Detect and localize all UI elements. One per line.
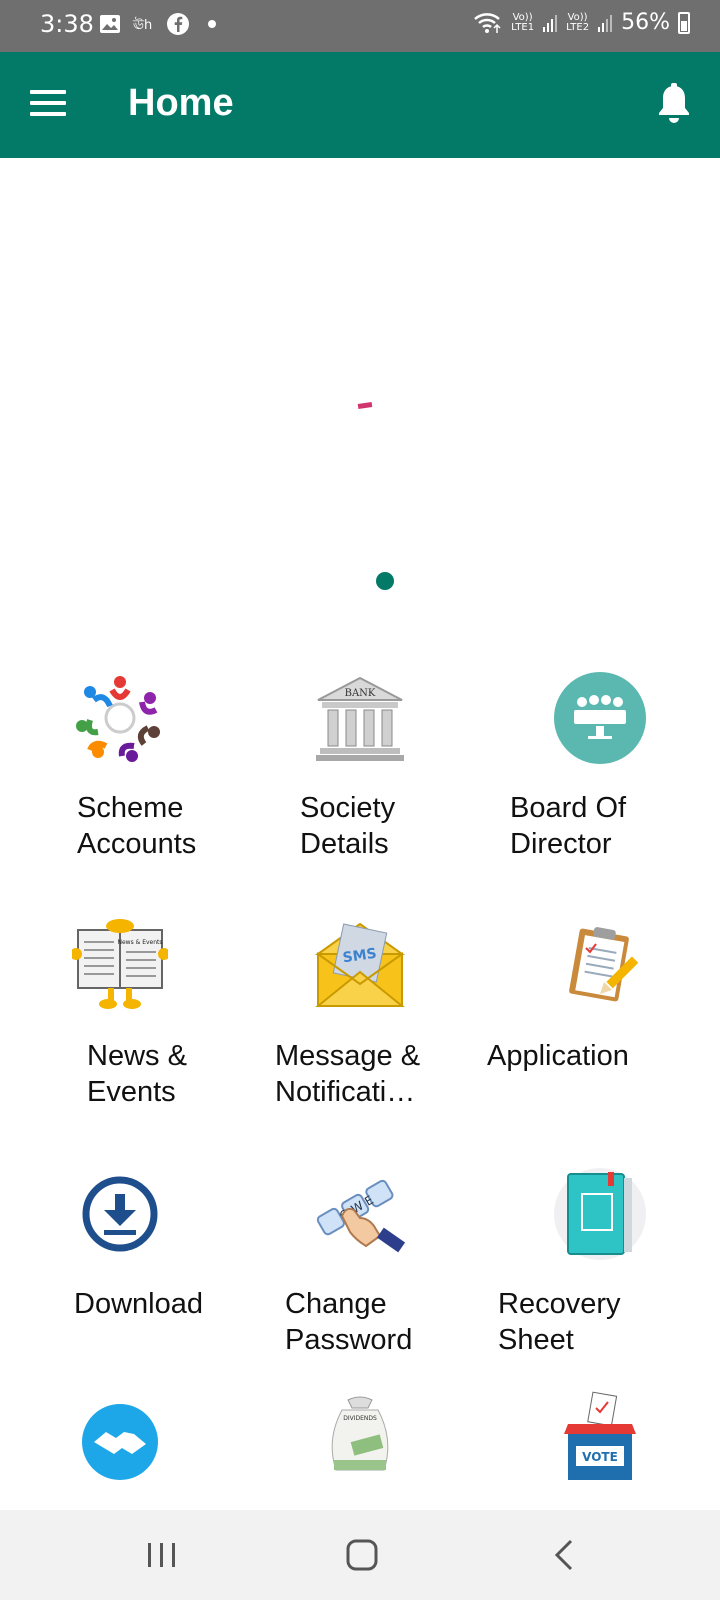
facebook-icon	[167, 13, 189, 35]
bank-building-icon: BANK	[316, 676, 404, 761]
page-title: Home	[128, 82, 234, 124]
keyboard-hand-icon: Q W E	[316, 1179, 406, 1253]
banner-carousel[interactable]	[0, 158, 720, 618]
svg-text:News & Events: News & Events	[117, 939, 162, 946]
recent-apps-icon[interactable]	[142, 1535, 182, 1575]
system-navigation-bar	[0, 1510, 720, 1600]
notification-bell-icon[interactable]	[656, 82, 692, 126]
application-tile[interactable]: Application	[480, 888, 720, 1128]
sim1-label: Vo)) LTE1	[511, 11, 535, 33]
home-button-icon[interactable]	[342, 1535, 382, 1575]
sms-envelope-icon: SMS	[314, 922, 406, 1007]
svg-text:ঊh: ঊh	[132, 17, 152, 33]
book-icon	[554, 1168, 646, 1260]
status-right: Vo)) LTE1 Vo)) LTE2 56%	[473, 10, 690, 35]
download-icon	[82, 1176, 158, 1252]
svg-text:DIVIDENDS: DIVIDENDS	[343, 1415, 377, 1422]
recovery-sheet-tile[interactable]: Recovery Sheet	[480, 1136, 720, 1376]
dividend-moneybag-icon: DIVIDENDS	[331, 1396, 389, 1471]
more-dot-icon	[208, 20, 216, 28]
handshake-tile[interactable]	[0, 1384, 240, 1514]
svg-text:BANK: BANK	[345, 688, 376, 699]
board-of-director-tile[interactable]: Board Of Director	[480, 640, 720, 880]
dividend-tile[interactable]: DIVIDENDS	[240, 1384, 480, 1514]
status-bar: 3:38 ঊh Vo)) LTE1 Vo)) LTE2 56%	[0, 0, 720, 52]
change-password-label: Change Password	[285, 1288, 413, 1356]
application-label: Application	[487, 1040, 629, 1072]
message-notification-tile[interactable]: SMS Message & Notificati…	[240, 888, 480, 1128]
vote-box-icon: VOTE	[564, 1391, 636, 1480]
society-details-tile[interactable]: BANK Society Details	[240, 640, 480, 880]
battery-icon	[678, 11, 690, 34]
scheme-accounts-label: Scheme Accounts	[77, 792, 197, 860]
download-label: Download	[74, 1288, 203, 1320]
status-time: 3:38	[40, 10, 94, 38]
download-tile[interactable]: Download	[0, 1136, 240, 1376]
notification-icons: ঊh	[98, 12, 224, 36]
gallery-icon	[100, 15, 120, 33]
meeting-icon	[554, 672, 646, 764]
newspaper-icon: News & Events	[72, 919, 168, 1009]
news-events-label: News & Events	[87, 1040, 187, 1108]
news-events-tile[interactable]: News & Events News & Events	[0, 888, 240, 1128]
handshake-icon	[82, 1404, 158, 1480]
scheme-accounts-tile[interactable]: Scheme Accounts	[0, 640, 240, 880]
app-bar: Home	[0, 52, 720, 158]
sim2-label: Vo)) LTE2	[566, 11, 590, 33]
app-notification-icon: ঊh	[132, 17, 152, 33]
board-of-director-label: Board Of Director	[510, 792, 627, 860]
message-notification-label: Message & Notificati…	[275, 1040, 421, 1108]
hamburger-menu-icon[interactable]	[30, 90, 66, 120]
clipboard-pencil-icon	[569, 927, 639, 1002]
society-details-label: Society Details	[300, 792, 396, 860]
team-circle-icon	[76, 676, 160, 762]
signal-icon-2	[598, 14, 613, 32]
change-password-tile[interactable]: Q W E Change Password	[240, 1136, 480, 1376]
wifi-icon	[474, 12, 501, 33]
signal-icon	[543, 14, 558, 32]
svg-text:VOTE: VOTE	[582, 1450, 618, 1464]
carousel-page-indicator[interactable]	[376, 572, 394, 590]
battery-percent: 56%	[621, 10, 670, 35]
back-button-icon[interactable]	[545, 1535, 585, 1575]
recovery-sheet-label: Recovery Sheet	[498, 1288, 621, 1356]
loading-indicator	[357, 402, 373, 409]
vote-tile[interactable]: VOTE	[480, 1384, 720, 1514]
